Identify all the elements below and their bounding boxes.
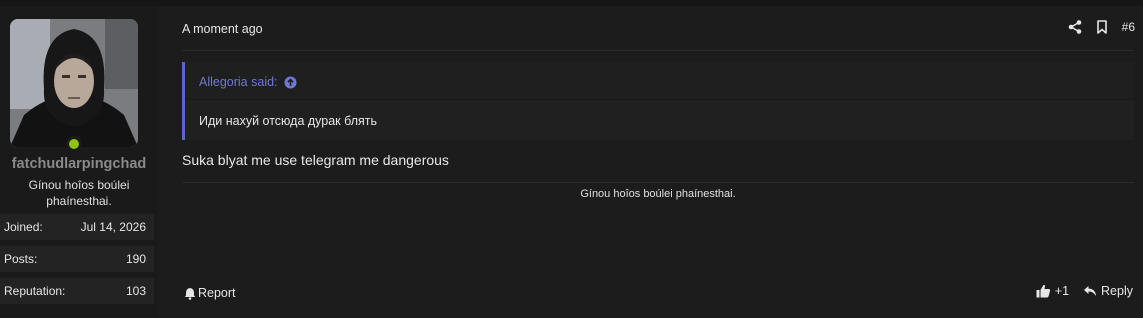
stat-joined: Joined: Jul 14, 2026 bbox=[0, 214, 154, 240]
stat-value: 103 bbox=[125, 284, 146, 298]
quote-author-name[interactable]: Allegoria said: bbox=[199, 75, 278, 89]
like-button[interactable]: +1 bbox=[1036, 284, 1069, 298]
thumbs-up-icon bbox=[1036, 284, 1050, 298]
reply-label[interactable]: Reply bbox=[1101, 284, 1133, 298]
stat-value: Jul 14, 2026 bbox=[80, 220, 146, 234]
quote-block: Allegoria said: Иди нахуй отсюда дурак б… bbox=[182, 62, 1134, 140]
bookmark-icon[interactable] bbox=[1096, 20, 1108, 34]
quote-author-link[interactable]: Allegoria said: bbox=[199, 75, 297, 89]
report-button[interactable]: Report bbox=[184, 286, 236, 300]
author-sidebar: fatchudlarpingchad Gínou hoîos boúlei ph… bbox=[0, 6, 158, 318]
quote-header: Allegoria said: bbox=[185, 62, 1134, 100]
reaction-count: +1 bbox=[1054, 284, 1070, 298]
post-body: A moment ago #6 Allegoria said: Иди наху… bbox=[158, 6, 1143, 318]
stat-label: Posts: bbox=[4, 252, 38, 266]
signature-divider bbox=[182, 182, 1134, 183]
report-label[interactable]: Report bbox=[198, 286, 236, 300]
post-footer-actions: +1 Reply bbox=[1036, 284, 1133, 298]
signature: Gínou hoîos boúlei phaínesthai. bbox=[580, 188, 736, 200]
stat-reputation: Reputation: 103 bbox=[0, 278, 154, 304]
quote-text: Иди нахуй отсюда дурак блять bbox=[199, 114, 378, 128]
post-header-actions: #6 bbox=[1068, 20, 1135, 34]
username[interactable]: fatchudlarpingchad bbox=[0, 156, 158, 172]
user-title: Gínou hoîos boúlei phaínesthai. bbox=[28, 178, 130, 208]
stat-posts: Posts: 190 bbox=[0, 246, 154, 272]
stat-value: 190 bbox=[125, 252, 146, 266]
avatar[interactable] bbox=[10, 19, 138, 147]
post-timestamp[interactable]: A moment ago bbox=[182, 22, 263, 36]
stat-label: Joined: bbox=[4, 220, 43, 234]
online-status-icon bbox=[66, 136, 82, 152]
post-message: Suka blyat me use telegram me dangerous bbox=[182, 152, 449, 168]
bell-icon bbox=[184, 287, 196, 300]
arrow-up-circle-icon[interactable] bbox=[284, 76, 297, 89]
reply-icon bbox=[1084, 286, 1097, 296]
reply-button[interactable]: Reply bbox=[1083, 284, 1133, 298]
divider bbox=[182, 50, 1134, 51]
stat-label: Reputation: bbox=[4, 284, 66, 298]
share-icon[interactable] bbox=[1068, 20, 1082, 34]
post-number[interactable]: #6 bbox=[1122, 20, 1135, 34]
